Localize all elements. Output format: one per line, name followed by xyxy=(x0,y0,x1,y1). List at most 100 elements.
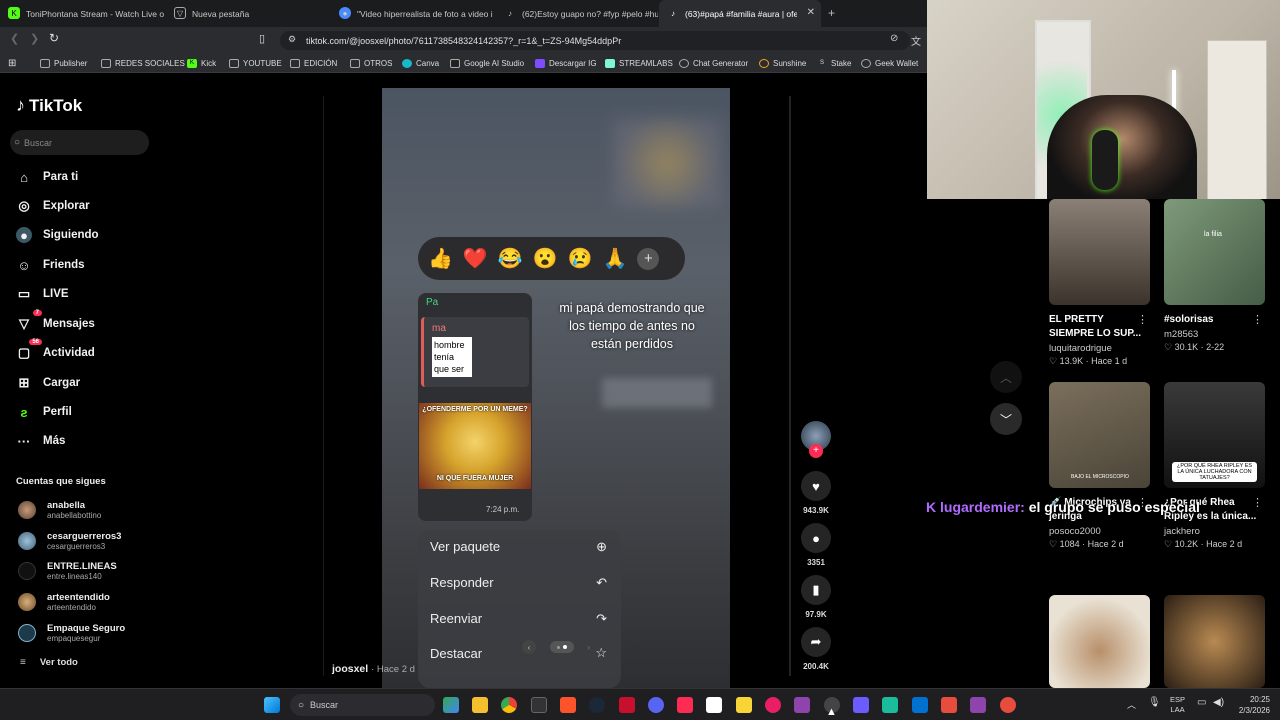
share-button[interactable]: ➦ 200.4K xyxy=(801,627,831,671)
following-account[interactable]: anabella anabellabottino xyxy=(18,500,101,520)
reload-icon[interactable]: ↻ xyxy=(49,31,59,45)
previous-video-button[interactable]: ︿ xyxy=(990,361,1022,393)
related-video-card[interactable]: EL PRETTY SIEMPRE LO SUP... luquitarodri… xyxy=(1049,199,1150,367)
app-icon[interactable] xyxy=(531,697,547,713)
bookmark-chat-generator[interactable]: Chat Generator xyxy=(679,56,748,70)
menu-item-ver-paquete[interactable]: Ver paquete xyxy=(430,539,500,554)
clock[interactable]: 20:25 2/3/2026 xyxy=(1238,694,1270,716)
nav-perfil[interactable]: ƨ Perfil xyxy=(16,404,71,420)
playstation-icon[interactable] xyxy=(912,697,928,713)
gamepad-icon[interactable] xyxy=(970,697,986,713)
bookmark-stake[interactable]: S Stake xyxy=(817,56,851,70)
follow-plus-icon[interactable]: + xyxy=(809,444,823,458)
nav-actividad[interactable]: ▢ 56 Actividad xyxy=(16,339,95,361)
sad-icon[interactable]: 😢 xyxy=(568,246,593,271)
search-input[interactable]: ○ Buscar xyxy=(10,130,149,155)
tab-video-ai[interactable]: ● "Video hiperrealista de foto a video i xyxy=(331,0,496,27)
translate-icon[interactable]: 文 xyxy=(911,33,921,48)
bookmark-sunshine[interactable]: Sunshine xyxy=(759,56,806,70)
tab-tiktok-62[interactable]: ♪ (62)Estoy guapo no? #fyp #pelo #hu xyxy=(496,0,658,27)
start-icon[interactable] xyxy=(264,697,280,713)
menu-item-destacar[interactable]: Destacar xyxy=(430,646,482,661)
mic-icon[interactable]: 🎙 xyxy=(1148,697,1161,708)
see-all-link[interactable]: ≡ Ver todo xyxy=(20,657,78,668)
related-video-card[interactable] xyxy=(1049,595,1150,688)
bookmark-edicion[interactable]: EDICIÓN xyxy=(290,56,337,70)
bookmark-google-ai-studio[interactable]: Google AI Studio xyxy=(450,56,524,70)
bookmark-star-icon[interactable]: ▯ xyxy=(259,32,265,45)
heart-icon[interactable]: ❤️ xyxy=(463,246,488,271)
following-account[interactable]: Empaque Seguro empaquesegur xyxy=(18,623,125,643)
site-info-icon[interactable]: ⚙ xyxy=(288,34,296,45)
chevron-left-icon[interactable]: ‹ xyxy=(522,640,536,654)
tray-chevron-icon[interactable]: ︿ xyxy=(1127,698,1136,711)
nav-explorar[interactable]: ◎ Explorar xyxy=(16,198,89,214)
bookmark-descargar-ig[interactable]: Descargar IG xyxy=(535,56,597,70)
forward-icon[interactable]: ❯ xyxy=(30,32,39,45)
menu-item-reenviar[interactable]: Reenviar xyxy=(430,611,482,626)
tab-kick-stream[interactable]: K ToniPhontana Stream - Watch Live o xyxy=(0,0,165,27)
nav-mensajes[interactable]: ▽ 7 Mensajes xyxy=(16,310,95,332)
taskbar-search[interactable]: ○ Buscar xyxy=(290,694,435,716)
nav-friends[interactable]: ☺ Friends xyxy=(16,257,84,273)
bookmark-publisher[interactable]: Publisher xyxy=(40,56,87,70)
nav-mas[interactable]: ··· Más xyxy=(16,433,66,449)
bookmark-streamlabs[interactable]: STREAMLABS xyxy=(605,56,673,70)
bookmark-canva[interactable]: Canva xyxy=(402,56,439,70)
close-tab-icon[interactable]: ✕ xyxy=(807,7,815,18)
back-icon[interactable]: ❮ xyxy=(10,32,19,45)
bookmark-geek-wallet[interactable]: Geek Wallet xyxy=(861,56,918,70)
more-options-icon[interactable]: ⋮ xyxy=(1252,496,1263,509)
related-video-card[interactable]: la filia #solorisas m28563 ♡ 30.1K · 2-2… xyxy=(1164,199,1265,353)
apps-grid-icon[interactable]: ⊞ xyxy=(8,56,16,70)
bookmark-kick[interactable]: K Kick xyxy=(187,56,216,70)
language-indicator[interactable]: ESP LAA xyxy=(1170,695,1185,715)
following-account[interactable]: arteentendido arteentendido xyxy=(18,592,110,612)
menu-item-responder[interactable]: Responder xyxy=(430,575,494,590)
tiktok-logo[interactable]: ♪ TikTok xyxy=(16,95,82,116)
brave-icon[interactable] xyxy=(560,697,576,713)
comment-button[interactable]: ● 3351 xyxy=(801,523,831,567)
next-video-button[interactable]: ﹀ xyxy=(990,403,1022,435)
bookmark-youtube[interactable]: YOUTUBE xyxy=(229,56,282,70)
following-account[interactable]: ENTRE.LINEAS entre.lineas140 xyxy=(18,561,117,581)
photo-pager[interactable]: ‹ › xyxy=(522,639,590,655)
discord-icon[interactable] xyxy=(648,697,664,713)
tab-new-tab[interactable]: ▽ Nueva pestaña xyxy=(166,0,331,27)
app-icon[interactable] xyxy=(1000,697,1016,713)
app-icon[interactable] xyxy=(853,697,869,713)
capcut-icon[interactable] xyxy=(706,697,722,713)
surprised-icon[interactable]: 😮 xyxy=(533,246,558,271)
bookmark-redes-sociales[interactable]: REDES SOCIALES xyxy=(101,56,185,70)
creator-avatar[interactable]: + xyxy=(801,421,831,458)
app-icon[interactable] xyxy=(941,697,957,713)
volume-icon[interactable]: ◀) xyxy=(1213,697,1224,708)
save-button[interactable]: ▮ 97.9K xyxy=(801,575,831,619)
laugh-icon[interactable]: 😂 xyxy=(498,246,523,271)
thumbs-up-icon[interactable]: 👍 xyxy=(428,246,453,271)
nav-para-ti[interactable]: ⌂ Para ti xyxy=(16,169,78,185)
nav-live[interactable]: ▭ LIVE xyxy=(16,286,69,302)
following-account[interactable]: cesarguerreros3 cesarguerreros3 xyxy=(18,531,121,551)
steam-icon[interactable] xyxy=(589,697,605,713)
like-button[interactable]: ♥ 943.9K xyxy=(801,471,831,515)
more-options-icon[interactable]: ⋮ xyxy=(1252,313,1263,326)
chevron-right-icon[interactable]: › xyxy=(587,643,590,652)
no-camera-icon[interactable]: ⊘ xyxy=(890,33,898,44)
nav-cargar[interactable]: ⊞ Cargar xyxy=(16,375,81,391)
file-explorer-icon[interactable] xyxy=(472,697,488,713)
tab-tiktok-63[interactable]: ♪ (63)#papá #familia #aura | ofend ✕ xyxy=(659,0,821,27)
related-video-card[interactable]: BAJO EL MICROSCOPIO 💉 Microchips va jeri… xyxy=(1049,382,1150,550)
chrome-icon[interactable] xyxy=(501,697,517,713)
app-icon[interactable] xyxy=(619,697,635,713)
app-icon[interactable] xyxy=(794,697,810,713)
widgets-icon[interactable] xyxy=(443,697,459,713)
post-author[interactable]: joosxel · Hace 2 d xyxy=(332,663,415,675)
obs-icon[interactable] xyxy=(765,697,781,713)
sticky-notes-icon[interactable] xyxy=(736,697,752,713)
related-video-card[interactable] xyxy=(1164,595,1265,688)
network-icon[interactable]: ▭ xyxy=(1197,697,1206,708)
tiktok-icon[interactable] xyxy=(677,697,693,713)
more-reactions-icon[interactable]: + xyxy=(637,247,660,270)
more-options-icon[interactable]: ⋮ xyxy=(1137,313,1148,326)
